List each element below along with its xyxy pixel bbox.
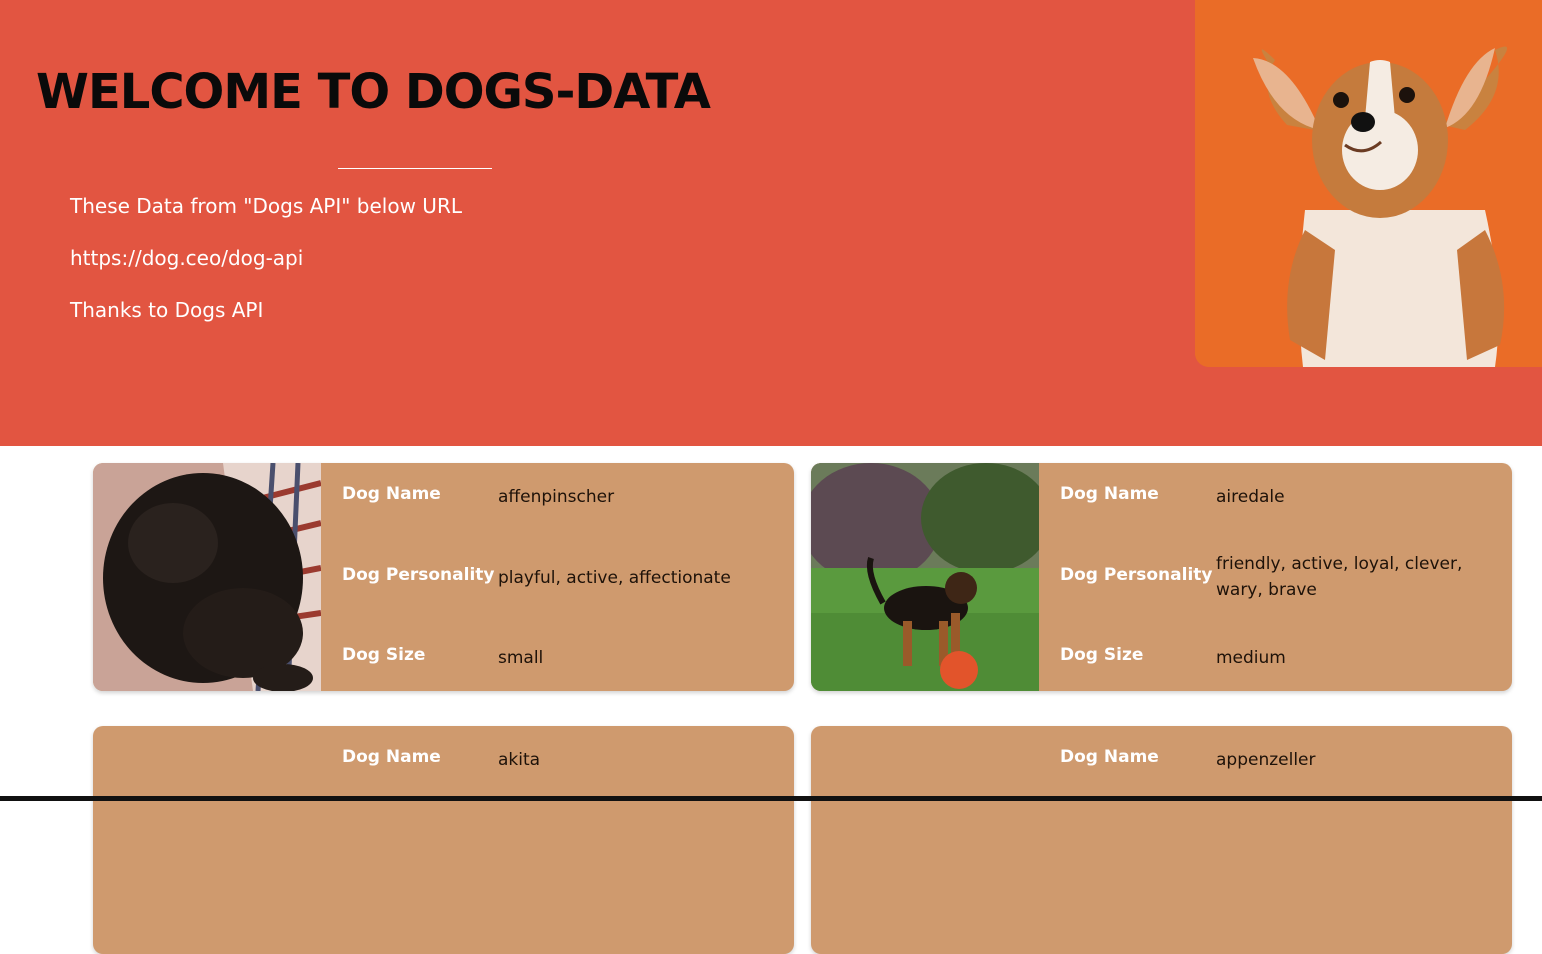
dog-size-label: Dog Size <box>1060 645 1144 665</box>
dog-card: Dog Name akita <box>93 726 794 954</box>
dog-name-label: Dog Name <box>1060 484 1159 504</box>
dog-card: Dog Name affenpinscher Dog Personality p… <box>93 463 794 691</box>
dog-size-value: medium <box>1216 648 1286 668</box>
dog-name-label: Dog Name <box>342 484 441 504</box>
title-divider <box>338 168 492 169</box>
dog-personality-value: friendly, active, loyal, clever, wary, b… <box>1216 554 1463 600</box>
dog-personality-value: playful, active, affectionate <box>498 568 731 588</box>
page-title: WELCOME TO DOGS-DATA <box>36 64 711 120</box>
api-url-text: https://dog.ceo/dog-api <box>70 246 304 270</box>
thanks-text: Thanks to Dogs API <box>70 298 264 322</box>
dog-personality-label: Dog Personality <box>342 565 495 585</box>
dog-name-value: appenzeller <box>1216 750 1316 770</box>
intro-text: These Data from "Dogs API" below URL <box>70 194 462 218</box>
dog-name-label: Dog Name <box>1060 747 1159 767</box>
dog-name-value: airedale <box>1216 487 1285 507</box>
corgi-puppy-image <box>1195 0 1542 367</box>
dog-photo-airedale <box>811 463 1039 691</box>
dog-personality-label: Dog Personality <box>1060 565 1213 585</box>
dog-card: Dog Name airedale Dog Personality friend… <box>811 463 1512 691</box>
dog-size-label: Dog Size <box>342 645 426 665</box>
dog-photo-affenpinscher <box>93 463 321 691</box>
hero-banner: WELCOME TO DOGS-DATA These Data from "Do… <box>0 0 1542 446</box>
bottom-edge <box>0 796 1542 801</box>
dog-card: Dog Name appenzeller <box>811 726 1512 954</box>
dog-size-value: small <box>498 648 544 668</box>
dog-name-label: Dog Name <box>342 747 441 767</box>
dog-name-value: affenpinscher <box>498 487 615 507</box>
dog-name-value: akita <box>498 750 541 770</box>
